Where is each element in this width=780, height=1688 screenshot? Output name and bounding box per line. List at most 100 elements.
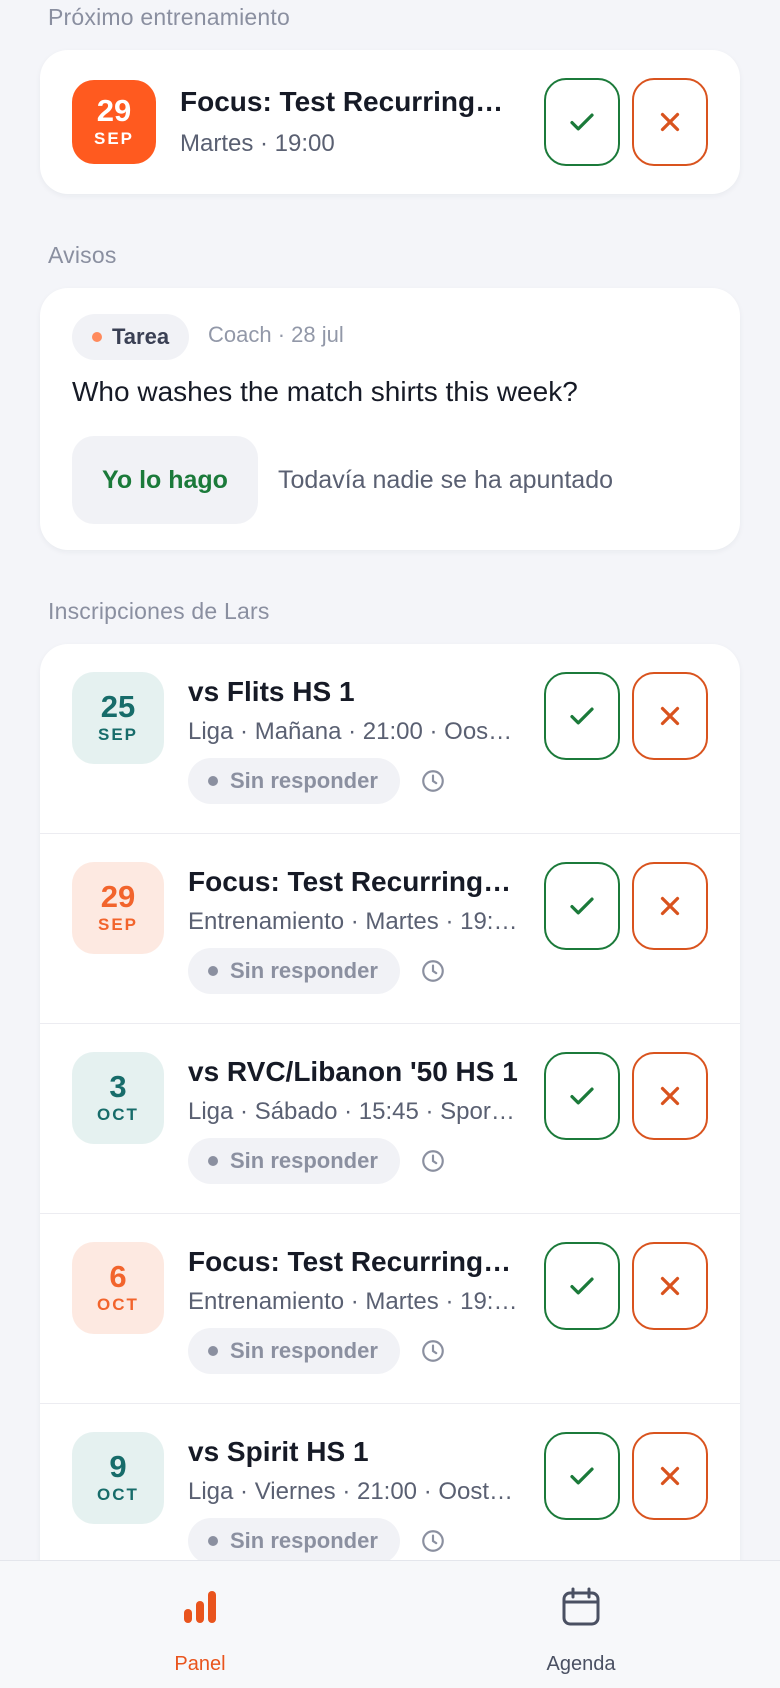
date-month: OCT	[97, 1295, 139, 1314]
status-label: Sin responder	[230, 768, 378, 793]
registration-row[interactable]: 9 OCT vs Spirit HS 1 Liga · Viernes · 21…	[40, 1404, 740, 1560]
clock-icon	[422, 960, 444, 982]
event-date: 9 OCT	[72, 1432, 164, 1524]
event-title: Focus: Test Recurring Training	[188, 1246, 518, 1277]
event-title: vs RVC/Libanon '50 HS 1	[188, 1056, 518, 1087]
clock-icon	[422, 1150, 444, 1172]
check-icon	[570, 897, 594, 915]
status-dot	[208, 776, 218, 786]
nav-agenda-label: Agenda	[546, 1653, 616, 1675]
event-subtitle: Liga · Mañana · 21:00 · Oosterhout	[188, 718, 518, 745]
date-day: 9	[109, 1449, 127, 1484]
registrations-list: 25 SEP vs Flits HS 1 Liga · Mañana · 21:…	[40, 644, 740, 1560]
status-label: Sin responder	[230, 1338, 378, 1363]
status-label: Sin responder	[230, 958, 378, 983]
event-date: 6 OCT	[72, 1242, 164, 1334]
accept-button[interactable]	[544, 78, 620, 166]
next-training-subtitle: Martes · 19:00	[180, 130, 335, 157]
registration-row[interactable]: 29 SEP Focus: Test Recurring Training En…	[40, 834, 740, 1024]
check-icon	[570, 113, 594, 131]
event-subtitle: Entrenamiento · Martes · 19:00	[188, 1288, 518, 1315]
status-badge: Sin responder	[188, 1518, 400, 1560]
event-date: 25 SEP	[72, 672, 164, 764]
check-icon	[570, 1467, 594, 1485]
event-subtitle: Entrenamiento · Martes · 19:00	[188, 908, 518, 935]
accept-button[interactable]	[544, 862, 620, 950]
close-icon	[660, 112, 680, 132]
date-day: 25	[100, 689, 136, 724]
clock-icon	[422, 770, 444, 792]
close-icon	[660, 1086, 680, 1106]
clock-icon	[422, 1340, 444, 1362]
registration-row[interactable]: 25 SEP vs Flits HS 1 Liga · Mañana · 21:…	[40, 644, 740, 834]
next-training-title: Focus: Test Recurring Training	[180, 86, 510, 117]
close-icon	[660, 706, 680, 726]
check-icon	[570, 707, 594, 725]
status-label: Sin responder	[230, 1528, 378, 1553]
calendar-icon	[562, 1587, 600, 1626]
status-label: Sin responder	[230, 1148, 378, 1173]
event-date: 29 SEP	[72, 862, 164, 954]
date-day: 3	[109, 1069, 127, 1104]
status-dot	[208, 1346, 218, 1356]
clock-icon	[422, 1530, 444, 1552]
decline-button[interactable]	[632, 862, 708, 950]
date-day: 6	[109, 1259, 127, 1294]
date-month: OCT	[97, 1105, 139, 1124]
status-dot	[208, 1156, 218, 1166]
decline-button[interactable]	[632, 1052, 708, 1140]
registrations-section-title: Inscripciones de Lars	[48, 598, 270, 624]
accept-button[interactable]	[544, 1052, 620, 1140]
date-month: SEP	[97, 725, 139, 744]
status-badge: Sin responder	[188, 758, 400, 804]
event-title: vs Spirit HS 1	[188, 1436, 369, 1467]
tag-dot	[92, 332, 102, 342]
registration-row[interactable]: 3 OCT vs RVC/Libanon '50 HS 1 Liga · Sáb…	[40, 1024, 740, 1214]
close-icon	[660, 896, 680, 916]
accept-button[interactable]	[544, 1242, 620, 1330]
app-screen: Próximo entrenamiento 29 SEP Focus: Test…	[0, 0, 780, 1688]
status-badge: Sin responder	[188, 1328, 400, 1374]
notice-meta: Coach · 28 jul	[208, 322, 344, 347]
decline-button[interactable]	[632, 1432, 708, 1520]
close-icon	[660, 1276, 680, 1296]
registration-row[interactable]: 6 OCT Focus: Test Recurring Training Ent…	[40, 1214, 740, 1404]
next-training-card[interactable]: 29 SEP Focus: Test Recurring Training Ma…	[40, 50, 740, 194]
notice-text: Who washes the match shirts this week?	[72, 376, 578, 407]
nav-panel[interactable]: Panel	[100, 1561, 300, 1688]
notice-card: Tarea Coach · 28 jul Who washes the matc…	[40, 288, 740, 550]
close-icon	[660, 1466, 680, 1486]
bottom-nav: Panel Agenda	[0, 1560, 780, 1688]
status-dot	[208, 1536, 218, 1546]
volunteer-button[interactable]: Yo lo hago	[72, 436, 258, 524]
notices-section-title: Avisos	[48, 242, 117, 268]
date-month: OCT	[97, 1485, 139, 1504]
volunteer-status: Todavía nadie se ha apuntado	[278, 466, 613, 494]
decline-button[interactable]	[632, 78, 708, 166]
next-training-date: 29 SEP	[72, 80, 156, 164]
event-subtitle: Liga · Sábado · 15:45 · Sportpark	[188, 1098, 518, 1125]
next-training-section-title: Próximo entrenamiento	[48, 4, 290, 30]
event-title: Focus: Test Recurring Training	[188, 866, 518, 897]
decline-button[interactable]	[632, 672, 708, 760]
dashboard-scroll[interactable]: Próximo entrenamiento 29 SEP Focus: Test…	[0, 0, 780, 1560]
date-day: 29	[100, 879, 136, 914]
nav-agenda[interactable]: Agenda	[481, 1561, 681, 1688]
nav-panel-label: Panel	[174, 1653, 226, 1675]
accept-button[interactable]	[544, 672, 620, 760]
status-dot	[208, 966, 218, 976]
status-badge: Sin responder	[188, 948, 400, 994]
check-icon	[570, 1087, 594, 1105]
decline-button[interactable]	[632, 1242, 708, 1330]
date-month: SEP	[97, 915, 139, 934]
accept-button[interactable]	[544, 1432, 620, 1520]
event-date: 3 OCT	[72, 1052, 164, 1144]
check-icon	[570, 1277, 594, 1295]
bar-chart-icon	[184, 1591, 216, 1623]
status-badge: Sin responder	[188, 1138, 400, 1184]
date-month: SEP	[93, 129, 135, 148]
date-day: 29	[96, 93, 132, 128]
event-subtitle: Liga · Viernes · 21:00 · Oosterhout	[188, 1478, 518, 1505]
task-tag-label: Tarea	[112, 324, 170, 349]
event-title: vs Flits HS 1	[188, 676, 355, 707]
